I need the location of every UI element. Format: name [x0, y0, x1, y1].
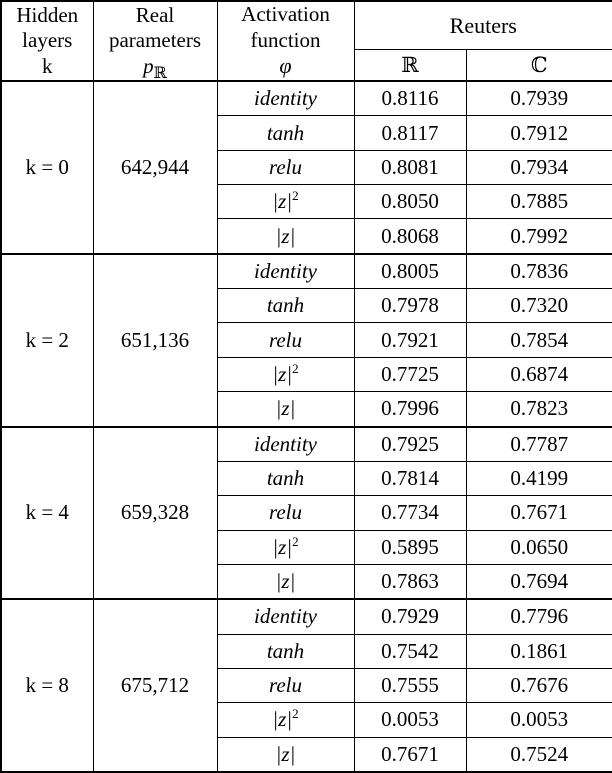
cell-activation-function: identity — [216, 598, 355, 635]
table-row: k = 2 651,136 identity 0.8005 0.7836 — [0, 252, 612, 428]
table-header: Hidden layers k Real parameters pℝ Activ… — [0, 0, 612, 83]
cell-real-parameters: 659,328 — [92, 425, 218, 601]
cell-score-complex: 0.7885 — [465, 184, 612, 220]
cell-score-real: 0.8050 — [353, 184, 467, 220]
cell-activation-function: tanh — [216, 633, 355, 669]
cell-real-parameters: 642,944 — [92, 80, 218, 255]
cell-activation-function: |z|2 — [216, 184, 355, 220]
header-sub-complex: ℂ — [465, 49, 612, 83]
cell-score-complex: 0.7787 — [465, 425, 612, 462]
cell-activation-function: identity — [216, 252, 355, 290]
cell-score-real: 0.7555 — [353, 667, 467, 704]
cell-score-real: 0.5895 — [353, 529, 467, 565]
cell-activation-function: |z| — [216, 563, 355, 600]
cell-score-real: 0.7725 — [353, 356, 467, 393]
cell-hidden-layers: k = 4 — [0, 425, 94, 601]
cell-score-real: 0.0053 — [353, 702, 467, 738]
cell-activation-function: tanh — [216, 115, 355, 151]
table-row: k = 4 659,328 identity 0.7925 0.7787 — [0, 425, 612, 601]
results-table: Hidden layers k Real parameters pℝ Activ… — [0, 0, 612, 773]
cell-score-real: 0.7925 — [353, 425, 467, 462]
cell-score-real: 0.7814 — [353, 460, 467, 497]
cell-score-complex: 0.7836 — [465, 252, 612, 290]
header-row-main: Hidden layers k Real parameters pℝ Activ… — [0, 0, 612, 82]
cell-activation-function: |z| — [216, 736, 355, 773]
header-hidden-layers: Hidden layers k — [0, 0, 94, 82]
header-activation-function: Activation function φ — [216, 0, 355, 82]
cell-score-complex: 0.7676 — [465, 667, 612, 704]
cell-score-complex: 0.7524 — [465, 736, 612, 773]
cell-score-complex: 0.7912 — [465, 115, 612, 151]
symbol-p: p — [143, 53, 154, 78]
cell-real-parameters: 651,136 — [92, 252, 218, 428]
cell-activation-function: relu — [216, 495, 355, 531]
cell-score-real: 0.7921 — [353, 322, 467, 358]
header-real-parameters: Real parameters pℝ — [92, 0, 218, 82]
cell-activation-function: tanh — [216, 460, 355, 497]
header-activation-function-label: Activation function — [241, 2, 330, 52]
cell-score-complex: 0.7671 — [465, 495, 612, 531]
cell-hidden-layers: k = 0 — [0, 80, 94, 255]
cell-activation-function: relu — [216, 667, 355, 704]
cell-hidden-layers: k = 8 — [0, 598, 94, 773]
cell-score-real: 0.7863 — [353, 563, 467, 600]
cell-activation-function: tanh — [216, 288, 355, 324]
cell-score-complex: 0.7796 — [465, 598, 612, 635]
cell-score-real: 0.8116 — [353, 80, 467, 117]
cell-activation-function: relu — [216, 149, 355, 186]
table-row: k = 8 675,712 identity 0.7929 0.7796 — [0, 598, 612, 773]
table-body: k = 0 642,944 identity 0.8116 0.7939 tanh 0.81… — [0, 80, 612, 773]
cell-score-real: 0.8068 — [353, 218, 467, 255]
header-real-parameters-label: Real parameters — [108, 2, 202, 53]
header-activation-function-symbol: φ — [279, 53, 292, 79]
cell-score-complex: 0.0053 — [465, 702, 612, 738]
header-hidden-layers-label: Hidden layers — [16, 2, 79, 53]
header-sub-real: ℝ — [353, 49, 467, 83]
cell-activation-function: |z| — [216, 218, 355, 255]
cell-score-real: 0.8117 — [353, 115, 467, 151]
header-real-parameters-symbol: pℝ — [143, 53, 167, 82]
cell-hidden-layers: k = 2 — [0, 252, 94, 428]
cell-score-complex: 0.6874 — [465, 356, 612, 393]
cell-score-complex: 0.7320 — [465, 288, 612, 324]
cell-activation-function: |z|2 — [216, 356, 355, 393]
cell-score-real: 0.7542 — [353, 633, 467, 669]
cell-activation-function: |z|2 — [216, 529, 355, 565]
cell-activation-function: identity — [216, 80, 355, 117]
cell-score-complex: 0.7939 — [465, 80, 612, 117]
cell-score-complex: 0.7694 — [465, 563, 612, 600]
cell-score-real: 0.7978 — [353, 288, 467, 324]
cell-score-complex: 0.7823 — [465, 391, 612, 428]
header-hidden-layers-symbol: k — [42, 53, 53, 78]
cell-score-complex: 0.7934 — [465, 149, 612, 186]
header-dataset-reuters: Reuters — [353, 0, 612, 51]
cell-score-complex: 0.7992 — [465, 218, 612, 255]
cell-score-complex: 0.4199 — [465, 460, 612, 497]
cell-activation-function: identity — [216, 425, 355, 462]
cell-score-real: 0.8081 — [353, 149, 467, 186]
cell-score-real: 0.7734 — [353, 495, 467, 531]
cell-score-real: 0.7996 — [353, 391, 467, 428]
cell-score-real: 0.8005 — [353, 252, 467, 290]
cell-activation-function: |z|2 — [216, 702, 355, 738]
cell-score-complex: 0.0650 — [465, 529, 612, 565]
cell-activation-function: |z| — [216, 391, 355, 428]
cell-real-parameters: 675,712 — [92, 598, 218, 773]
cell-score-complex: 0.7854 — [465, 322, 612, 358]
cell-activation-function: relu — [216, 322, 355, 358]
table-row: k = 0 642,944 identity 0.8116 0.7939 — [0, 80, 612, 255]
cell-score-real: 0.7671 — [353, 736, 467, 773]
cell-score-real: 0.7929 — [353, 598, 467, 635]
cell-score-complex: 0.1861 — [465, 633, 612, 669]
symbol-p-subscript: ℝ — [153, 65, 167, 83]
